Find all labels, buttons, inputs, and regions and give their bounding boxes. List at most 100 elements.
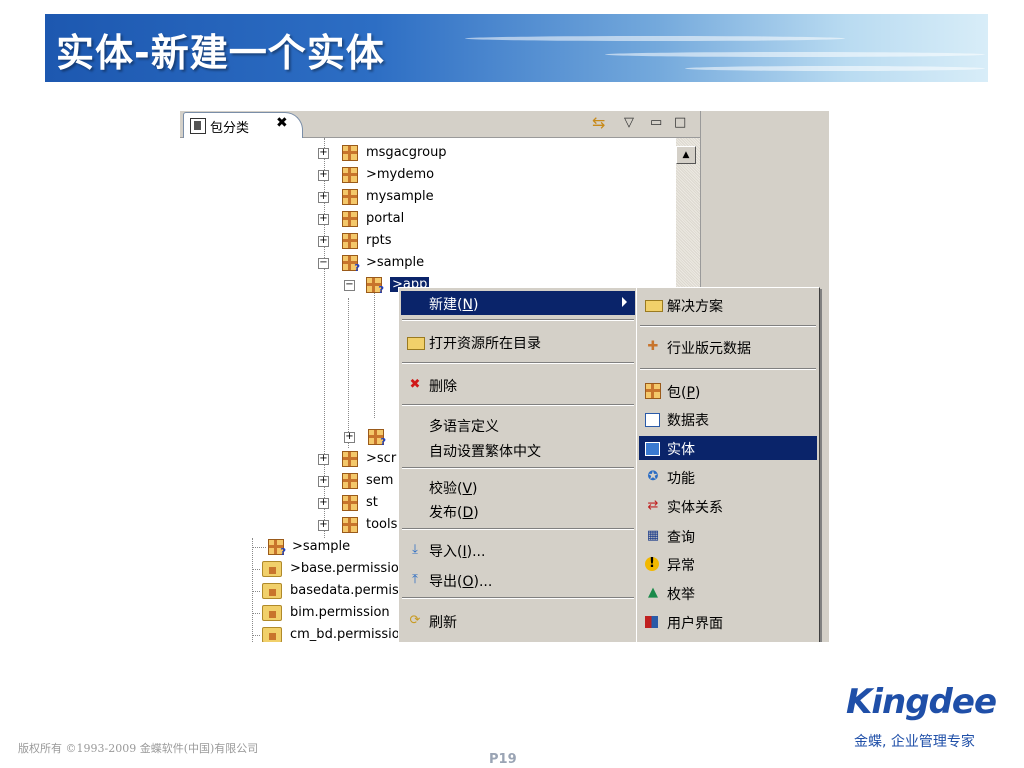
expand-icon[interactable]: + bbox=[318, 454, 329, 465]
menu-separator bbox=[402, 404, 634, 406]
submenu-item-entity-relation[interactable]: ⇄ 实体关系 bbox=[639, 494, 817, 518]
expand-icon[interactable]: + bbox=[318, 214, 329, 225]
banner-wave bbox=[685, 66, 985, 71]
exception-icon: ! bbox=[645, 557, 659, 571]
menu-label: 导出 bbox=[429, 574, 457, 590]
submenu-item-package[interactable]: 包(P) bbox=[639, 379, 817, 403]
collapse-icon[interactable]: − bbox=[318, 258, 329, 269]
folder-icon bbox=[262, 561, 282, 577]
menu-label: 删除 bbox=[429, 379, 457, 395]
submenu-item-function[interactable]: ✪ 功能 bbox=[639, 465, 817, 489]
menu-label: 查询 bbox=[667, 530, 695, 546]
tree-line bbox=[374, 278, 375, 418]
submenu-item-entity[interactable]: 实体 bbox=[639, 436, 817, 460]
menu-label: 包 bbox=[667, 385, 681, 401]
minimize-icon[interactable]: ▭ bbox=[650, 115, 662, 130]
package-question-icon bbox=[268, 539, 286, 558]
menu-separator bbox=[402, 319, 634, 321]
menu-label: 解决方案 bbox=[667, 299, 723, 315]
package-icon bbox=[342, 495, 358, 511]
tree-node-label: portal bbox=[366, 211, 405, 226]
menu-item-refresh[interactable]: ⟳ 刷新 bbox=[401, 609, 635, 633]
menu-item-export[interactable]: ⤒ 导出(O)... bbox=[401, 568, 635, 592]
submenu-item-industry-metadata[interactable]: ✚ 行业版元数据 bbox=[639, 335, 817, 359]
menu-separator bbox=[402, 467, 634, 469]
menu-item-delete[interactable]: ✖ 删除 bbox=[401, 373, 635, 397]
menu-item-new[interactable]: 新建(N) bbox=[401, 291, 635, 315]
package-question-icon bbox=[366, 277, 384, 296]
menu-label: 导入 bbox=[429, 544, 457, 560]
tree-node-label: msgacgroup bbox=[366, 145, 447, 160]
expand-icon[interactable]: + bbox=[318, 148, 329, 159]
menu-label: 自动设置繁体中文 bbox=[429, 444, 541, 460]
new-submenu: 解决方案 ✚ 行业版元数据 包(P) 数据表 实体 ✪ 功能 ⇄ 实体关系 ▦ bbox=[636, 287, 820, 642]
close-icon[interactable]: ✖ bbox=[276, 115, 288, 131]
collapse-icon[interactable]: − bbox=[344, 280, 355, 291]
tree-line bbox=[252, 569, 260, 570]
scroll-up-arrow[interactable]: ▲ bbox=[676, 146, 696, 164]
submenu-item-user-interface[interactable]: 用户界面 bbox=[639, 610, 817, 634]
tree-line bbox=[252, 538, 253, 642]
tree-node-label: >mydemo bbox=[366, 167, 435, 182]
expand-icon[interactable]: + bbox=[344, 432, 355, 443]
submenu-item-query[interactable]: ▦ 查询 bbox=[639, 524, 817, 548]
menu-item-publish[interactable]: 发布(D) bbox=[401, 499, 635, 523]
menu-item-import[interactable]: ⤓ 导入(I)... bbox=[401, 538, 635, 562]
export-icon: ⤒ bbox=[412, 572, 418, 587]
banner-wave bbox=[605, 52, 985, 57]
menu-label: 校验 bbox=[429, 481, 457, 497]
function-icon: ✪ bbox=[647, 469, 659, 484]
package-icon bbox=[342, 167, 358, 183]
menu-item-multilang[interactable]: 多语言定义 bbox=[401, 413, 635, 437]
kingdee-logo: Kingdee bbox=[846, 682, 997, 722]
refresh-icon: ⟳ bbox=[409, 613, 421, 628]
tree-node-label: >sample bbox=[292, 539, 351, 554]
tree-node-label: basedata.permis bbox=[290, 583, 399, 598]
folder-icon bbox=[262, 605, 282, 621]
submenu-item-exception[interactable]: ! 异常 bbox=[639, 552, 817, 576]
expand-icon[interactable]: + bbox=[318, 498, 329, 509]
ui-icon bbox=[645, 616, 658, 628]
submenu-item-data-table[interactable]: 数据表 bbox=[639, 407, 817, 431]
relation-icon: ⇄ bbox=[647, 498, 659, 513]
tree-line bbox=[252, 547, 266, 548]
expand-icon[interactable]: + bbox=[318, 192, 329, 203]
submenu-item-enum[interactable]: ▲ 枚举 bbox=[639, 581, 817, 605]
menu-item-auto-traditional[interactable]: 自动设置繁体中文 bbox=[401, 438, 635, 462]
view-tab-bar: 包分类 ✖ ⇆ ▽ ▭ □ bbox=[180, 111, 700, 138]
maximize-icon[interactable]: □ bbox=[674, 115, 686, 130]
expand-icon[interactable]: + bbox=[318, 170, 329, 181]
delete-icon: ✖ bbox=[409, 377, 421, 392]
submenu-item-solution[interactable]: 解决方案 bbox=[639, 293, 817, 317]
menu-separator bbox=[402, 597, 634, 599]
sync-icon[interactable]: ⇆ bbox=[592, 113, 605, 132]
expand-icon[interactable]: + bbox=[318, 476, 329, 487]
package-icon bbox=[342, 211, 358, 227]
tree-node-label: tools bbox=[366, 517, 398, 532]
tree-node-label: >base.permissio bbox=[290, 561, 399, 576]
tree-node-label: mysample bbox=[366, 189, 434, 204]
view-menu-icon[interactable]: ▽ bbox=[624, 115, 634, 130]
mnemonic: O bbox=[462, 574, 474, 590]
expand-icon[interactable]: + bbox=[318, 236, 329, 247]
slide-title: 实体-新建一个实体 bbox=[56, 31, 385, 75]
tree-line bbox=[348, 298, 349, 448]
menu-label: 打开资源所在目录 bbox=[429, 336, 541, 352]
menu-label: 实体关系 bbox=[667, 500, 723, 516]
menu-label: 枚举 bbox=[667, 587, 695, 603]
menu-label: 实体 bbox=[667, 442, 695, 458]
package-question-icon bbox=[342, 255, 360, 274]
expand-icon[interactable]: + bbox=[318, 520, 329, 531]
slogan: 金蝶, 企业管理专家 bbox=[854, 734, 975, 750]
title-banner: 实体-新建一个实体 bbox=[45, 14, 988, 82]
menu-separator bbox=[640, 325, 816, 327]
entity-icon bbox=[645, 442, 660, 456]
menu-item-verify[interactable]: 校验(V) bbox=[401, 475, 635, 499]
query-icon: ▦ bbox=[646, 528, 660, 543]
menu-item-open-resource-dir[interactable]: 打开资源所在目录 bbox=[401, 330, 635, 354]
copyright-text: 版权所有 ©1993-2009 金蝶软件(中国)有限公司 bbox=[18, 742, 259, 755]
tree-node-label: cm_bd.permissio bbox=[290, 627, 400, 642]
menu-ellipsis: ... bbox=[478, 574, 493, 590]
tree-line bbox=[252, 635, 260, 636]
tab-package-category[interactable]: 包分类 ✖ bbox=[183, 112, 303, 138]
